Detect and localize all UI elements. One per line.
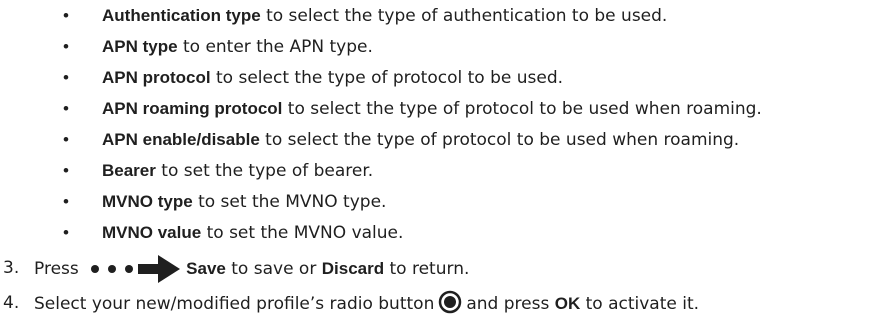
- term-description: to set the MVNO value.: [201, 223, 404, 243]
- list-item: • Authentication type to select the type…: [0, 0, 762, 31]
- radio-selected-icon: [439, 290, 462, 314]
- term-description: to select the type of authentication to …: [260, 6, 668, 26]
- term-apn-protocol: APN protocol: [102, 68, 211, 87]
- document-page: • Authentication type to select the type…: [0, 0, 881, 324]
- term-description: to enter the APN type.: [177, 37, 373, 57]
- term-apn-type: APN type: [102, 37, 178, 56]
- term-apn-enable-disable: APN enable/disable: [102, 130, 260, 149]
- list-item: • APN type to enter the APN type.: [0, 31, 762, 62]
- term-description: to select the type of protocol to be use…: [210, 68, 564, 88]
- step-text: to save or: [225, 259, 322, 279]
- bullet-marker: •: [63, 161, 69, 180]
- field-description-list: • Authentication type to select the type…: [0, 0, 762, 248]
- term-description: to select the type of protocol to be use…: [282, 99, 762, 119]
- step-text: Press: [34, 259, 85, 279]
- ok-label: OK: [554, 294, 581, 313]
- step-number: 3.: [3, 258, 20, 278]
- step-text: to activate it.: [580, 294, 700, 314]
- discard-label: Discard: [321, 259, 385, 278]
- list-item: • MVNO value to set the MVNO value.: [0, 217, 762, 248]
- step-4: 4. Select your new/modified profile’s ra…: [0, 286, 699, 321]
- term-description: to set the type of bearer.: [155, 161, 374, 181]
- list-item: • Bearer to set the type of bearer.: [0, 155, 762, 186]
- bullet-marker: •: [63, 192, 69, 211]
- bullet-marker: •: [63, 130, 69, 149]
- more-options-icon: [91, 265, 134, 273]
- term-mvno-value: MVNO value: [102, 223, 202, 242]
- bullet-marker: •: [63, 68, 69, 87]
- step-text: Select your new/modified profile’s radio…: [34, 294, 435, 314]
- right-arrow-icon: [138, 255, 181, 283]
- term-authentication-type: Authentication type: [102, 6, 261, 25]
- list-item: • MVNO type to set the MVNO type.: [0, 186, 762, 217]
- list-item: • APN enable/disable to select the type …: [0, 124, 762, 155]
- bullet-marker: •: [63, 37, 69, 56]
- bullet-marker: •: [63, 223, 69, 242]
- step-number: 4.: [3, 293, 20, 313]
- save-label: Save: [186, 259, 226, 278]
- term-mvno-type: MVNO type: [102, 192, 193, 211]
- bullet-marker: •: [63, 6, 69, 25]
- term-description: to select the type of protocol to be use…: [259, 130, 740, 150]
- term-description: to set the MVNO type.: [192, 192, 387, 212]
- list-item: • APN roaming protocol to select the typ…: [0, 93, 762, 124]
- step-3: 3. Press Save to save or Discard to retu…: [0, 251, 699, 286]
- step-text: and press: [466, 294, 555, 314]
- term-bearer: Bearer: [102, 161, 156, 180]
- bullet-marker: •: [63, 99, 69, 118]
- list-item: • APN protocol to select the type of pro…: [0, 62, 762, 93]
- term-apn-roaming-protocol: APN roaming protocol: [102, 99, 283, 118]
- step-text: to return.: [384, 259, 470, 279]
- step-list: 3. Press Save to save or Discard to retu…: [0, 251, 699, 321]
